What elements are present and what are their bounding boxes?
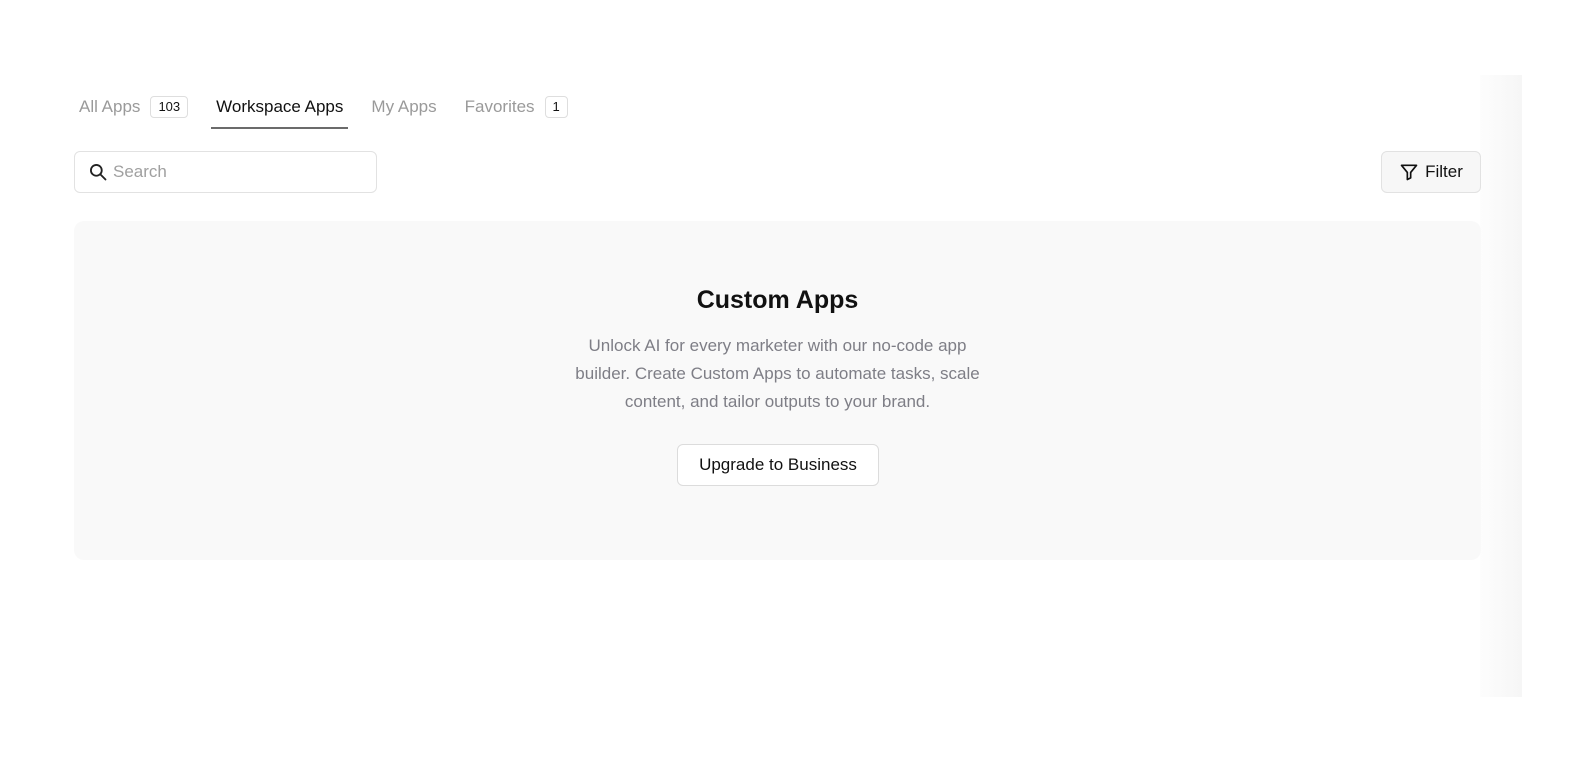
count-badge: 1	[544, 95, 568, 118]
tab-workspace-apps[interactable]: Workspace Apps	[211, 84, 349, 129]
count-badge: 103	[150, 95, 189, 118]
search-box	[74, 151, 377, 193]
upgrade-to-business-button[interactable]: Upgrade to Business	[677, 444, 879, 486]
upgrade-label: Upgrade to Business	[699, 455, 857, 474]
app-tabs: All Apps 103 Workspace Apps My Apps Favo…	[74, 84, 591, 129]
tab-label: Workspace Apps	[216, 96, 344, 116]
filter-button[interactable]: Filter	[1381, 151, 1481, 193]
tab-favorites[interactable]: Favorites 1	[460, 84, 573, 129]
workspace-apps-page: All Apps 103 Workspace Apps My Apps Favo…	[0, 0, 1590, 768]
right-scroll-shade	[1480, 75, 1522, 697]
card-description: Unlock AI for every marketer with our no…	[575, 336, 980, 411]
search-input[interactable]	[113, 162, 363, 182]
search-icon	[90, 164, 107, 181]
custom-apps-card: Custom Apps Unlock AI for every marketer…	[74, 221, 1481, 560]
tab-my-apps[interactable]: My Apps	[366, 84, 441, 129]
card-title: Custom Apps	[696, 286, 859, 314]
tab-label: Favorites	[464, 96, 535, 116]
filter-icon	[1400, 164, 1418, 181]
filter-label: Filter	[1425, 162, 1463, 181]
tab-label: My Apps	[371, 96, 437, 116]
tab-label: All Apps	[79, 96, 141, 116]
tab-all-apps[interactable]: All Apps 103	[74, 84, 193, 129]
